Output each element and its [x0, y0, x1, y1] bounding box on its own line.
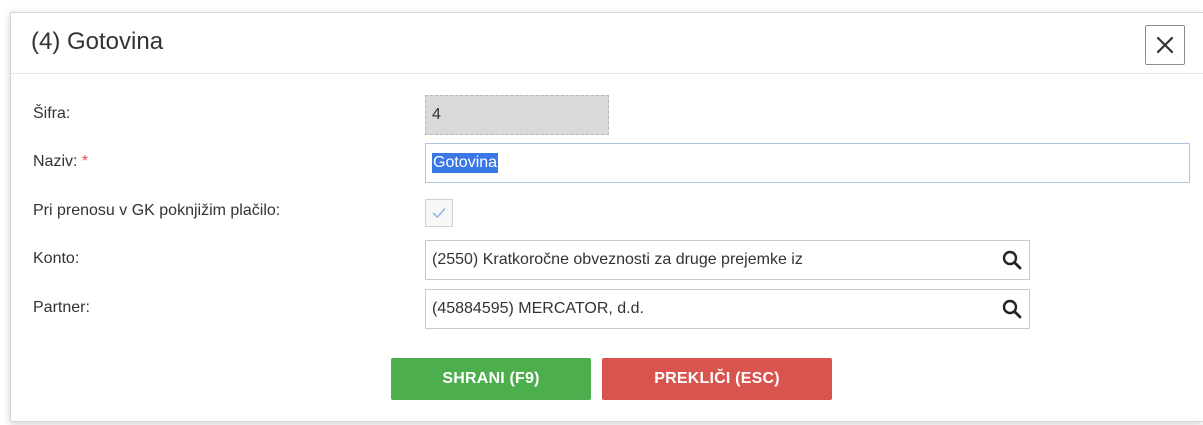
sifra-field: 4 [425, 95, 609, 135]
prenos-checkbox[interactable] [425, 199, 453, 227]
prenos-label: Pri prenosu v GK poknjižim plačilo: [33, 202, 281, 219]
dialog-header: (4) Gotovina [11, 13, 1203, 74]
naziv-label-text: Naziv: [33, 153, 78, 170]
close-button[interactable] [1145, 25, 1185, 65]
partner-input[interactable]: (45884595) MERCATOR, d.d. [425, 289, 1030, 329]
required-marker: * [81, 153, 89, 170]
konto-input[interactable]: (2550) Kratkoročne obveznosti za druge p… [425, 240, 1030, 280]
partner-label: Partner: [33, 299, 90, 316]
naziv-value: Gotovina [432, 153, 499, 173]
save-button[interactable]: SHRANI (F9) [391, 358, 591, 400]
partner-value: (45884595) MERCATOR, d.d. [432, 300, 644, 317]
close-icon [1156, 36, 1174, 54]
search-icon[interactable] [1001, 298, 1023, 320]
dialog: (4) Gotovina Šifra: 4 Naziv: * Gotovina … [10, 12, 1203, 422]
konto-value: (2550) Kratkoročne obveznosti za druge p… [432, 251, 803, 268]
naziv-input[interactable]: Gotovina [425, 143, 1190, 183]
cancel-button[interactable]: PREKLIČI (ESC) [602, 358, 832, 400]
sifra-label: Šifra: [33, 105, 71, 122]
dialog-title: (4) Gotovina [31, 28, 164, 55]
search-icon[interactable] [1001, 249, 1023, 271]
konto-label: Konto: [33, 250, 80, 267]
naziv-label: Naziv: * [33, 153, 88, 171]
check-icon [432, 208, 446, 218]
